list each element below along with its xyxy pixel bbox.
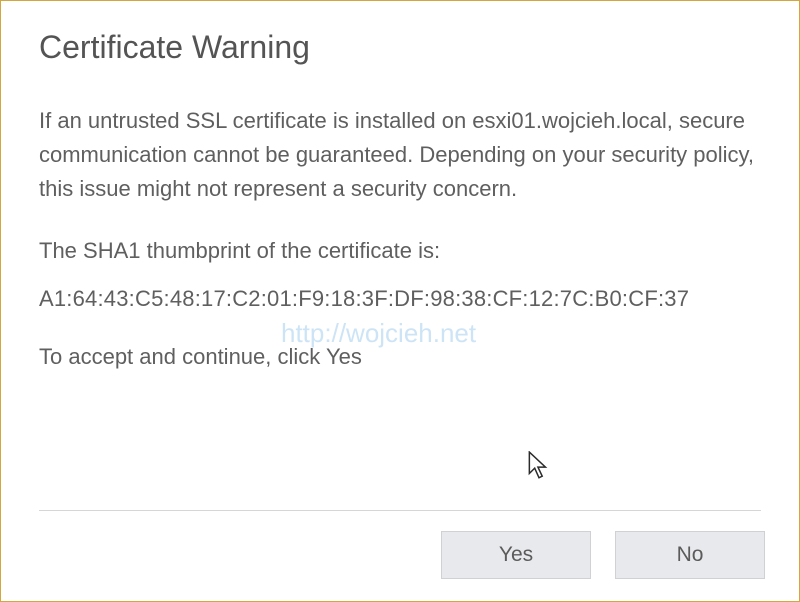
no-button[interactable]: No [615, 531, 765, 579]
button-row: Yes No [1, 511, 799, 601]
thumbprint-value: A1:64:43:C5:48:17:C2:01:F9:18:3F:DF:98:3… [39, 286, 761, 312]
dialog-title: Certificate Warning [1, 1, 799, 66]
mouse-cursor-icon [528, 451, 550, 481]
dialog-body: http://wojcieh.net If an untrusted SSL c… [1, 66, 799, 510]
accept-instruction: To accept and continue, click Yes [39, 340, 761, 374]
certificate-warning-dialog: Certificate Warning http://wojcieh.net I… [0, 0, 800, 602]
warning-message: If an untrusted SSL certificate is insta… [39, 104, 761, 206]
yes-button[interactable]: Yes [441, 531, 591, 579]
thumbprint-label: The SHA1 thumbprint of the certificate i… [39, 234, 761, 268]
